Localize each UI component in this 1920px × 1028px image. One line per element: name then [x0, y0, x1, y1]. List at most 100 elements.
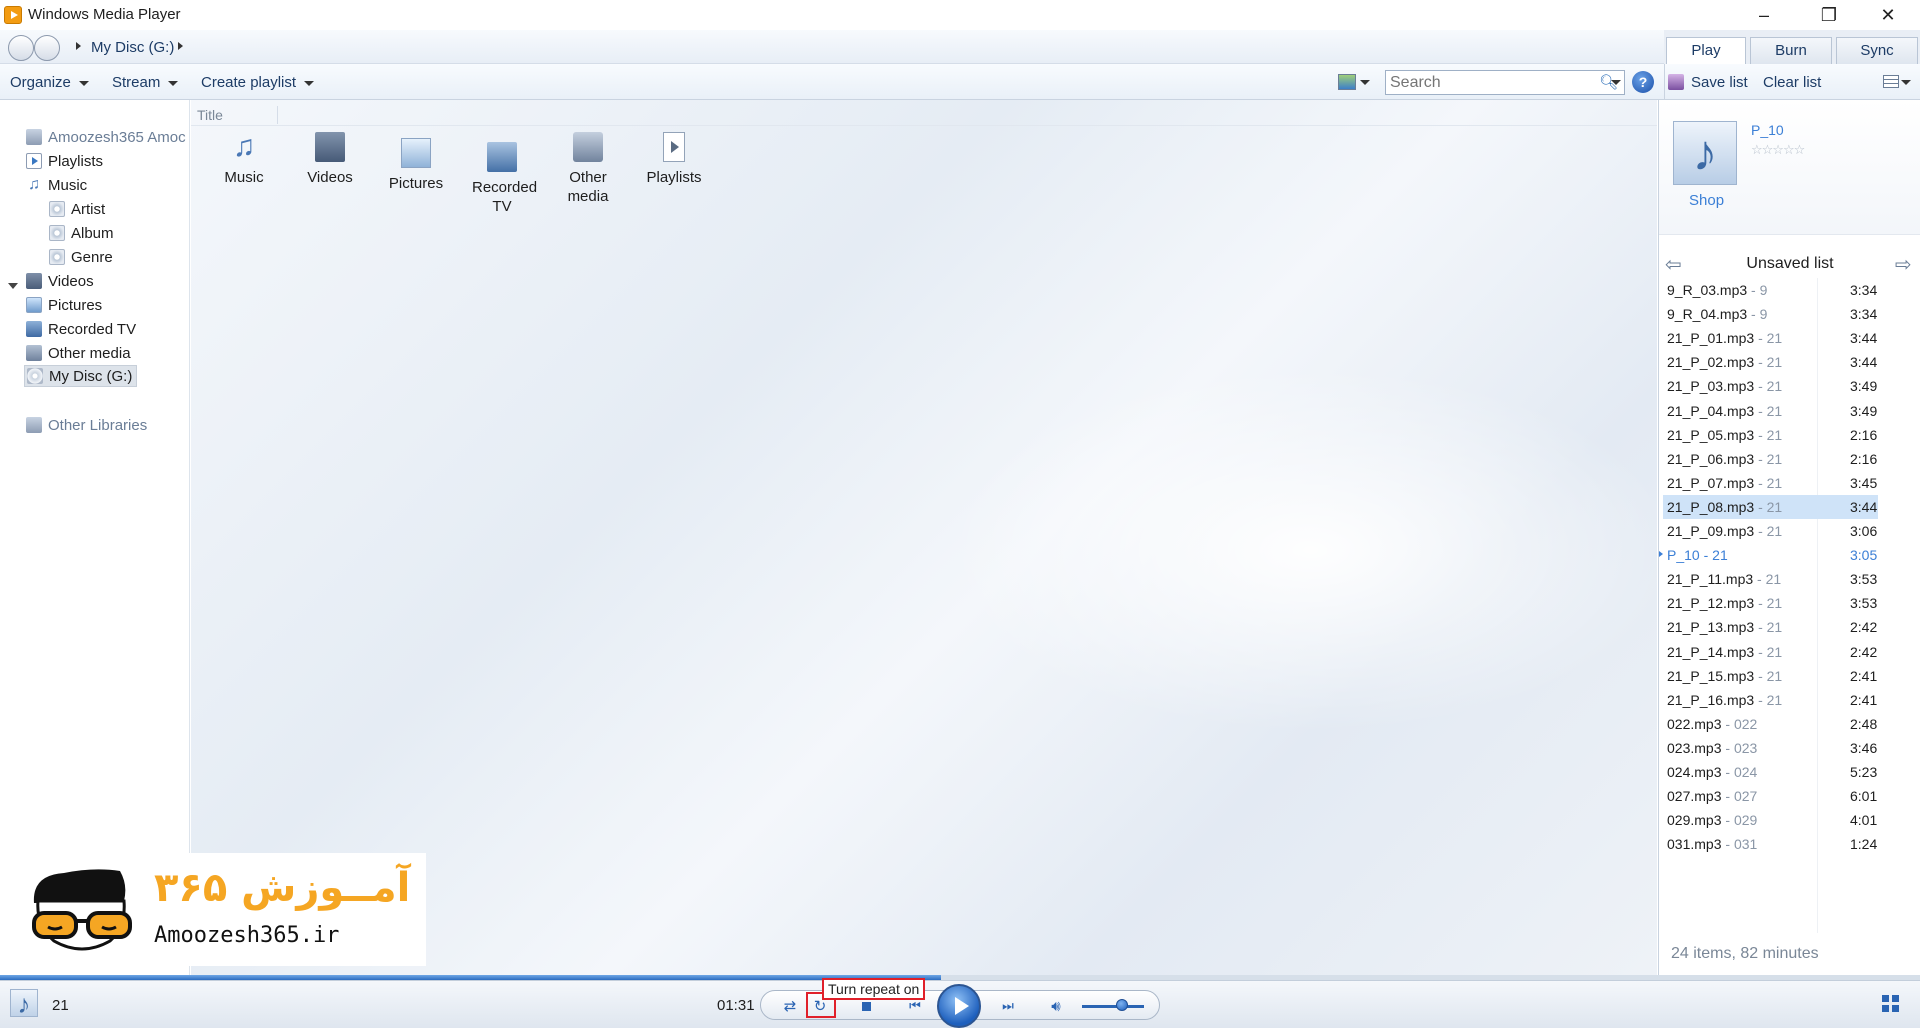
playlist-row[interactable]: 21_P_07.mp3 - 21 3:45 [1663, 471, 1878, 495]
playlist-row[interactable]: 029.mp3 - 029 4:01 [1663, 808, 1878, 832]
restore-button[interactable]: ❐ [1801, 0, 1857, 30]
nav-my-disc[interactable]: My Disc (G:) [24, 365, 138, 387]
playlist-row[interactable]: 21_P_04.mp3 - 21 3:49 [1663, 399, 1878, 423]
next-button[interactable]: ⏭ [993, 996, 1023, 1016]
search-input[interactable] [1386, 71, 1586, 94]
nav-album[interactable]: Album [49, 222, 114, 244]
breadcrumb-current[interactable]: My Disc (G:) [91, 39, 174, 56]
playlist-row-separator: - [1754, 595, 1767, 612]
playlist-row[interactable]: 21_P_06.mp3 - 21 2:16 [1663, 447, 1878, 471]
nav-library[interactable]: Amoozesh365 Amoc [26, 126, 186, 148]
close-button[interactable]: ✕ [1860, 0, 1916, 30]
nav-other-media[interactable]: Other media [26, 342, 131, 364]
genre-icon [49, 249, 65, 265]
playlist-row-label: 029.mp3 - 029 [1667, 812, 1757, 828]
playlist-row[interactable]: 027.mp3 - 027 6:01 [1663, 784, 1878, 808]
album-art-music-icon[interactable]: ♪ [1673, 121, 1737, 185]
clear-list-button[interactable]: Clear list [1763, 74, 1821, 91]
playlist-row-name: 21_P_02.mp3 [1667, 354, 1755, 371]
tile-videos[interactable]: Videos [290, 132, 370, 187]
library-toolbar: Organize Stream Create playlist 🔍︎ ? [0, 64, 1664, 100]
playlist-row-duration: 1:24 [1850, 836, 1878, 853]
playlist-row[interactable]: 21_P_03.mp3 - 21 3:49 [1663, 374, 1878, 398]
tab-burn[interactable]: Burn [1750, 37, 1832, 64]
breadcrumb-arrow-icon[interactable] [76, 42, 81, 50]
nav-pictures[interactable]: Pictures [26, 294, 102, 316]
save-icon[interactable] [1668, 74, 1684, 90]
nav-genre[interactable]: Genre [49, 246, 113, 268]
logo-persian-text: آمــوزش ۳۶۵ [154, 865, 411, 911]
tile-music[interactable]: ♫ Music [204, 132, 284, 187]
nav-playlists[interactable]: Playlists [26, 150, 103, 172]
playlist-row[interactable]: 21_P_15.mp3 - 21 2:41 [1663, 664, 1878, 688]
playlist-row[interactable]: 21_P_13.mp3 - 21 2:42 [1663, 615, 1878, 639]
playlist-row[interactable]: 21_P_09.mp3 - 21 3:06 [1663, 519, 1878, 543]
video-icon [26, 273, 42, 289]
playlist-row[interactable]: 21_P_02.mp3 - 21 3:44 [1663, 350, 1878, 374]
playlist-row[interactable]: 031.mp3 - 031 1:24 [1663, 832, 1878, 856]
playlist-row[interactable]: 21_P_16.mp3 - 21 2:41 [1663, 688, 1878, 712]
nav-music[interactable]: ♫ Music [26, 174, 87, 196]
back-button[interactable] [8, 35, 34, 61]
playlist-row[interactable]: 21_P_14.mp3 - 21 2:42 [1663, 640, 1878, 664]
playlist-row[interactable]: 024.mp3 - 024 5:23 [1663, 760, 1878, 784]
playlist-row[interactable]: 9_R_03.mp3 - 9 3:34 [1663, 278, 1878, 302]
forward-button[interactable] [34, 35, 60, 61]
playlist-row[interactable]: 21_P_08.mp3 - 21 3:44 [1663, 494, 1878, 519]
save-list-button[interactable]: Save list [1691, 74, 1748, 91]
list-options-icon[interactable] [1883, 75, 1899, 88]
list-options-chevron-icon[interactable] [1901, 80, 1911, 85]
organize-menu[interactable]: Organize [10, 74, 89, 91]
search-chevron-icon[interactable] [1611, 80, 1621, 85]
shuffle-icon[interactable]: ⇄ [778, 996, 802, 1016]
nav-artist[interactable]: Artist [49, 198, 105, 220]
expand-arrow-icon[interactable] [8, 283, 18, 289]
column-separator[interactable] [277, 106, 278, 124]
playlist-row[interactable]: 023.mp3 - 023 3:46 [1663, 736, 1878, 760]
nav-other-libraries[interactable]: Other Libraries [26, 414, 147, 436]
stream-menu[interactable]: Stream [112, 74, 179, 91]
playlist-row[interactable]: 21_P_01.mp3 - 21 3:44 [1663, 326, 1878, 350]
volume-speaker-icon[interactable]: 🔊︎ [1044, 996, 1068, 1016]
playlist-row[interactable]: 21_P_05.mp3 - 21 2:16 [1663, 423, 1878, 447]
playlist-row[interactable]: 21_P_12.mp3 - 21 3:53 [1663, 591, 1878, 615]
breadcrumb-chevron-icon[interactable] [178, 42, 183, 50]
playlist-row-name: 21_P_07.mp3 [1667, 474, 1755, 491]
now-playing-music-icon[interactable]: ♪ [10, 989, 38, 1018]
navigation-bar: My Disc (G:) [0, 30, 1664, 64]
playlist-row[interactable]: 21_P_11.mp3 - 21 3:53 [1663, 567, 1878, 591]
nav-videos[interactable]: Videos [26, 270, 94, 292]
playlist-row-duration: 3:53 [1850, 595, 1878, 612]
playlist-row[interactable]: 022.mp3 - 022 2:48 [1663, 712, 1878, 736]
tile-playlists[interactable]: Playlists [634, 132, 714, 187]
playlist-row-name: 21_P_08.mp3 [1667, 498, 1755, 515]
help-icon[interactable]: ? [1632, 71, 1654, 93]
view-options-icon[interactable] [1338, 74, 1356, 90]
playlist-row-name: 21_P_12.mp3 [1667, 595, 1755, 612]
playlist-row[interactable]: 9_R_04.mp3 - 9 3:34 [1663, 302, 1878, 326]
switch-to-now-playing-icon[interactable] [1882, 995, 1900, 1013]
tile-recorded-tv[interactable]: Recorded TV [462, 132, 542, 216]
tile-pictures[interactable]: Pictures [376, 132, 456, 193]
elapsed-time[interactable]: 01:31 [717, 997, 755, 1014]
volume-slider-thumb[interactable] [1116, 999, 1128, 1011]
arrow-right-icon[interactable]: ⇨ [1895, 252, 1912, 277]
playlist-row[interactable]: P_10 - 21 3:05 [1659, 543, 1878, 567]
column-title[interactable]: Title [197, 107, 223, 123]
rating-stars-icon[interactable]: ☆☆☆☆☆ [1751, 142, 1805, 158]
shop-link[interactable]: Shop [1689, 192, 1724, 209]
view-options-chevron-icon[interactable] [1360, 80, 1370, 85]
minimize-button[interactable]: – [1736, 0, 1792, 30]
nav-recorded-tv[interactable]: Recorded TV [26, 318, 136, 340]
tile-other-media[interactable]: Other media [548, 132, 628, 206]
tab-sync[interactable]: Sync [1836, 37, 1918, 64]
create-playlist-menu[interactable]: Create playlist [201, 74, 315, 91]
title-bar: Windows Media Player – ❐ ✕ [0, 0, 1920, 30]
chevron-down-icon [304, 80, 315, 86]
tab-play[interactable]: Play [1666, 37, 1746, 64]
volume-slider-track[interactable] [1082, 1005, 1144, 1008]
play-button[interactable] [937, 984, 981, 1028]
playlist-row-separator: - [1747, 306, 1760, 323]
now-playing-title[interactable]: P_10 [1751, 122, 1784, 138]
search-box[interactable]: 🔍︎ [1385, 70, 1625, 95]
